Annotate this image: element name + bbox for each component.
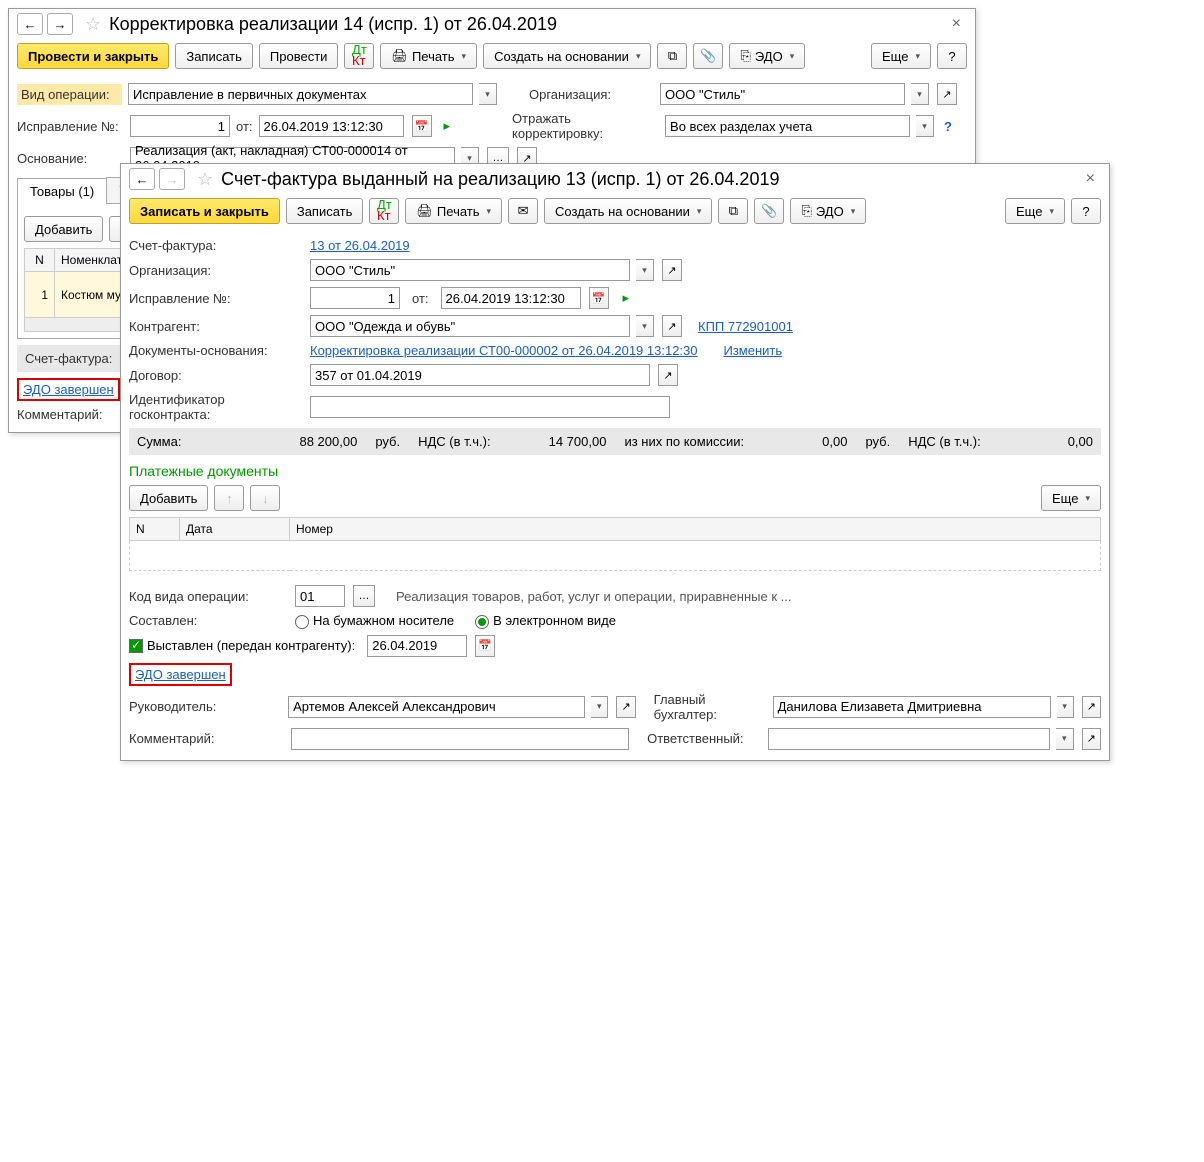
basis-label: Основание: bbox=[17, 151, 124, 166]
invoice-window: ← → ☆ Счет-фактура выданный на реализаци… bbox=[120, 163, 1110, 761]
attach-button[interactable]: 📎 bbox=[693, 43, 723, 69]
post-and-close-button[interactable]: Провести и закрыть bbox=[17, 43, 169, 69]
org-open[interactable]: ↗ bbox=[937, 83, 957, 105]
op-type-dd[interactable]: ▾ bbox=[479, 83, 497, 105]
op-code-field[interactable]: 01 bbox=[295, 585, 345, 607]
calendar-icon[interactable]: 📅 bbox=[589, 287, 609, 309]
paydocs-more-button[interactable]: Еще bbox=[1041, 485, 1101, 511]
fav-icon[interactable]: ☆ bbox=[197, 169, 213, 190]
write-close-button[interactable]: Записать и закрыть bbox=[129, 198, 280, 224]
reflect-dd[interactable]: ▾ bbox=[916, 115, 934, 137]
issued-checkbox[interactable]: Выставлен (передан контрагенту): bbox=[129, 638, 355, 654]
paydocs-add-button[interactable]: Добавить bbox=[129, 485, 208, 511]
close-button[interactable]: × bbox=[946, 13, 967, 35]
back-button[interactable]: ← bbox=[17, 13, 43, 35]
chief-acc-field[interactable]: Данилова Елизавета Дмитриевна bbox=[773, 696, 1051, 718]
paydocs-title: Платежные документы bbox=[129, 463, 1101, 479]
doc-status-icon: ▸ bbox=[444, 118, 451, 134]
reflect-field[interactable]: Во всех разделах учета bbox=[665, 115, 910, 137]
struct-button[interactable]: ⧉ bbox=[718, 198, 748, 224]
org-dd[interactable]: ▾ bbox=[911, 83, 929, 105]
reflect-label: Отражать корректировку: bbox=[512, 111, 659, 141]
org-field[interactable]: ООО "Стиль" bbox=[310, 259, 630, 281]
create-based-button[interactable]: Создать на основании bbox=[483, 43, 651, 69]
contract-field[interactable]: 357 от 01.04.2019 bbox=[310, 364, 650, 386]
op-type-field[interactable]: Исправление в первичных документах bbox=[128, 83, 473, 105]
contragent-field[interactable]: ООО "Одежда и обувь" bbox=[310, 315, 630, 337]
fav-icon[interactable]: ☆ bbox=[85, 14, 101, 35]
calendar-icon[interactable]: 📅 bbox=[475, 635, 495, 657]
print-button[interactable]: 🖨 Печать bbox=[380, 43, 477, 69]
create-based-button[interactable]: Создать на основании bbox=[544, 198, 712, 224]
help-button[interactable]: ? bbox=[1071, 198, 1101, 224]
close-button[interactable]: × bbox=[1080, 168, 1101, 190]
org-label: Организация: bbox=[529, 87, 654, 102]
edo-done-link[interactable]: ЭДО завершен bbox=[23, 382, 114, 397]
corr-no-field[interactable]: 1 bbox=[310, 287, 400, 309]
back-button[interactable]: ← bbox=[129, 168, 155, 190]
window-title: Корректировка реализации 14 (испр. 1) от… bbox=[109, 14, 557, 35]
edo-done-link[interactable]: ЭДО завершен bbox=[135, 667, 226, 682]
paper-radio[interactable]: На бумажном носителе bbox=[295, 613, 454, 629]
docs-basis-link[interactable]: Корректировка реализации СТ00-000002 от … bbox=[310, 343, 698, 358]
change-link[interactable]: Изменить bbox=[724, 343, 783, 358]
goscontract-field[interactable] bbox=[310, 396, 670, 418]
mail-button[interactable]: ✉ bbox=[508, 198, 538, 224]
sf-label: Счет-фактура: bbox=[25, 351, 112, 366]
more-button[interactable]: Еще bbox=[871, 43, 931, 69]
add-row-button[interactable]: Добавить bbox=[24, 216, 103, 242]
dtkt-button[interactable]: ДтКт bbox=[369, 198, 399, 224]
help-button[interactable]: ? bbox=[937, 43, 967, 69]
comment-field[interactable] bbox=[291, 728, 630, 750]
write-button[interactable]: Записать bbox=[175, 43, 253, 69]
issued-date-field[interactable]: 26.04.2019 bbox=[367, 635, 467, 657]
doc-status-icon: ▸ bbox=[623, 290, 630, 306]
corr-no-label: Исправление №: bbox=[17, 119, 124, 134]
sf-link[interactable]: 13 от 26.04.2019 bbox=[310, 238, 410, 253]
date-field[interactable]: 26.04.2019 13:12:30 bbox=[441, 287, 581, 309]
print-button[interactable]: 🖨 Печать bbox=[405, 198, 502, 224]
corr-no-field[interactable]: 1 bbox=[130, 115, 230, 137]
dtkt-button[interactable]: ДтКт bbox=[344, 43, 374, 69]
head-field[interactable]: Артемов Алексей Александрович bbox=[288, 696, 585, 718]
kpp-link[interactable]: КПП 772901001 bbox=[698, 319, 793, 334]
org-field[interactable]: ООО "Стиль" bbox=[660, 83, 905, 105]
op-type-label: Вид операции: bbox=[17, 84, 122, 105]
more-button[interactable]: Еще bbox=[1005, 198, 1065, 224]
forward-button[interactable]: → bbox=[47, 13, 73, 35]
struct-button[interactable]: ⧉ bbox=[657, 43, 687, 69]
tab-goods[interactable]: Товары (1) bbox=[17, 178, 107, 204]
move-down-button: ↓ bbox=[250, 485, 280, 511]
calendar-icon[interactable]: 📅 bbox=[412, 115, 432, 137]
forward-button[interactable]: → bbox=[159, 168, 185, 190]
post-button[interactable]: Провести bbox=[259, 43, 339, 69]
date-field[interactable]: 26.04.2019 13:12:30 bbox=[259, 115, 404, 137]
responsible-field[interactable] bbox=[768, 728, 1050, 750]
move-up-button: ↑ bbox=[214, 485, 244, 511]
comment-label: Комментарий: bbox=[17, 407, 103, 422]
write-button[interactable]: Записать bbox=[286, 198, 364, 224]
attach-button[interactable]: 📎 bbox=[754, 198, 784, 224]
edo-button[interactable]: ⎘ ЭДО bbox=[790, 198, 866, 224]
edo-button[interactable]: ⎘ ЭДО bbox=[729, 43, 805, 69]
window-title: Счет-фактура выданный на реализацию 13 (… bbox=[221, 169, 779, 190]
paydocs-table[interactable]: NДатаНомер bbox=[129, 517, 1101, 571]
reflect-help[interactable]: ? bbox=[944, 119, 952, 134]
electronic-radio[interactable]: В электронном виде bbox=[475, 613, 616, 629]
